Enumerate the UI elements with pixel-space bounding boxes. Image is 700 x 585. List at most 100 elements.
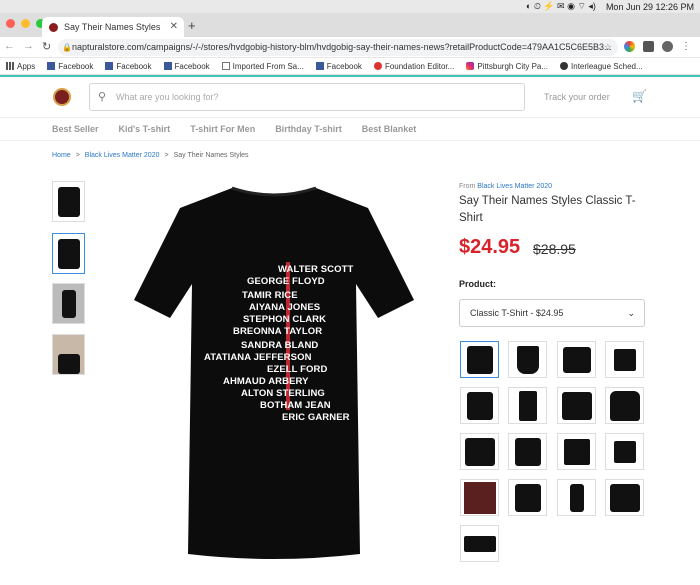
close-icon[interactable]: ✕ — [170, 21, 178, 32]
model-image — [61, 289, 76, 318]
new-tab-button[interactable]: + — [188, 18, 196, 33]
category-best-blanket[interactable]: Best Blanket — [362, 124, 417, 134]
bookmark-star-icon[interactable]: ☆ — [604, 39, 612, 56]
bookmark-facebook-2[interactable]: Facebook — [105, 62, 152, 71]
minimize-window-button[interactable] — [21, 19, 30, 28]
clock: Mon Jun 29 12:26 PM — [605, 1, 694, 12]
shirt-name: WALTER SCOTT — [278, 264, 354, 275]
shirt-name: AHMAUD ARBERY — [223, 376, 309, 387]
site-favicon-icon — [49, 22, 58, 32]
bookmark-facebook-1[interactable]: Facebook — [47, 62, 93, 71]
menu-icon[interactable]: ⋮ — [681, 41, 692, 52]
gallery-thumbnail[interactable] — [52, 181, 85, 222]
gallery-thumbnail[interactable] — [52, 233, 85, 274]
breadcrumb-separator: > — [164, 152, 169, 159]
style-option[interactable] — [460, 341, 499, 378]
shirt-name: GEORGE FLOYD — [247, 276, 325, 287]
style-option[interactable] — [557, 479, 596, 516]
url-text: napturalstore.com/campaigns/-/-/stores/h… — [72, 42, 612, 52]
extension-icon[interactable] — [624, 41, 635, 52]
mug-thumbnail — [613, 348, 636, 371]
mask-thumbnail — [463, 535, 496, 552]
style-option[interactable] — [605, 341, 644, 378]
category-birthday-tshirt[interactable]: Birthday T-shirt — [275, 124, 342, 134]
browser-tab[interactable]: Say Their Names Styles ✕ — [42, 17, 184, 37]
close-window-button[interactable] — [6, 19, 15, 28]
breadcrumb: Home > Black Lives Matter 2020 > Say The… — [52, 152, 249, 159]
style-option[interactable] — [605, 387, 644, 424]
bookmark-facebook-3[interactable]: Facebook — [163, 62, 210, 71]
product-title: Say Their Names Styles Classic T-Shirt — [459, 195, 636, 224]
long-sleeve-thumbnail — [464, 437, 495, 466]
bookmark-facebook-4[interactable]: Facebook — [315, 62, 362, 71]
status-icons: ◐ ⏲ ⚡ ✉ ◉ ⌔ ◂) — [525, 1, 596, 11]
category-best-seller[interactable]: Best Seller — [52, 124, 99, 134]
original-price: $28.95 — [533, 241, 576, 257]
product-select[interactable]: Classic T-Shirt - $24.95 ⌄ — [459, 299, 645, 327]
drawstring-bag-thumbnail — [516, 345, 539, 374]
reload-icon[interactable]: ↻ — [42, 40, 51, 53]
store-logo[interactable] — [53, 88, 71, 106]
bookmark-apps[interactable]: Apps — [6, 62, 35, 71]
back-icon[interactable]: ← — [4, 40, 15, 53]
gallery-thumbnail[interactable] — [52, 283, 85, 324]
instagram-icon — [466, 62, 475, 70]
style-option[interactable] — [508, 433, 547, 470]
breadcrumb-home[interactable]: Home — [52, 152, 71, 159]
toolbar: ← → ↻ 🔒 napturalstore.com/campaigns/-/-/… — [0, 37, 700, 58]
tote-bag-thumbnail — [563, 438, 590, 465]
shirt-name: BREONNA TAYLOR — [233, 326, 323, 337]
style-option[interactable] — [460, 433, 499, 470]
breadcrumb-separator: > — [75, 152, 80, 159]
facebook-icon — [105, 62, 114, 70]
extensions-puzzle-icon[interactable] — [643, 41, 654, 52]
style-option[interactable] — [460, 479, 499, 516]
style-option[interactable] — [557, 341, 596, 378]
bookmark-pittsburgh[interactable]: Pittsburgh City Pa... — [466, 62, 548, 71]
avatar[interactable] — [662, 41, 673, 52]
shirt-back-image — [57, 238, 80, 269]
product-main-image: WALTER SCOTT GEORGE FLOYD TAMIR RICE AIY… — [132, 180, 416, 570]
cart-icon[interactable]: 🛒 — [632, 89, 647, 103]
site-icon — [560, 62, 569, 70]
tshirt-thumbnail — [466, 345, 493, 374]
shirt-name: SANDRA BLAND — [241, 340, 319, 351]
mug-thumbnail — [613, 440, 636, 463]
category-tshirt-men[interactable]: T-shirt For Men — [190, 124, 255, 134]
store-credit: From Black Lives Matter 2020 — [459, 183, 552, 190]
track-order-link[interactable]: Track your order — [544, 92, 610, 102]
style-option[interactable] — [508, 341, 547, 378]
tshirt-thumbnail — [609, 483, 640, 512]
bookmarks-bar: Apps Facebook Facebook Facebook Imported… — [0, 58, 700, 75]
bookmark-imported[interactable]: Imported From Sa... — [221, 62, 304, 71]
breadcrumb-current: Say Their Names Styles — [173, 152, 249, 159]
style-option[interactable] — [460, 387, 499, 424]
style-option[interactable] — [605, 479, 644, 516]
shirt-name: ERIC GARNER — [282, 412, 350, 423]
tab-bar: Say Their Names Styles ✕ + — [0, 13, 700, 37]
style-option[interactable] — [557, 387, 596, 424]
shirt-name: BOTHAM JEAN — [260, 400, 331, 411]
shirt-name: TAMIR RICE — [242, 290, 298, 301]
store-link[interactable]: Black Lives Matter 2020 — [477, 183, 552, 190]
category-kids-tshirt[interactable]: Kid's T-shirt — [119, 124, 171, 134]
style-option[interactable] — [508, 387, 547, 424]
style-option[interactable] — [508, 479, 547, 516]
category-nav: Best Seller Kid's T-shirt T-shirt For Me… — [0, 117, 700, 141]
style-option[interactable] — [460, 525, 499, 562]
breadcrumb-collection[interactable]: Black Lives Matter 2020 — [85, 152, 160, 159]
shirt-name: STEPHON CLARK — [243, 314, 327, 325]
bookmark-foundation[interactable]: Foundation Editor... — [373, 62, 454, 71]
tshirt-thumbnail — [466, 391, 493, 420]
search-input[interactable]: ⚲ What are you looking for? — [89, 83, 525, 111]
tank-top-thumbnail — [518, 390, 537, 421]
sweatshirt-thumbnail — [561, 391, 592, 420]
gallery-thumbnail[interactable] — [52, 334, 85, 375]
forward-icon[interactable]: → — [23, 40, 34, 53]
bookmark-interleague[interactable]: Interleague Sched... — [560, 62, 643, 71]
foundation-icon — [373, 62, 382, 70]
shirt-name: ALTON STERLING — [241, 388, 325, 399]
style-option[interactable] — [605, 433, 644, 470]
style-option[interactable] — [557, 433, 596, 470]
address-bar[interactable]: 🔒 napturalstore.com/campaigns/-/-/stores… — [58, 39, 618, 56]
